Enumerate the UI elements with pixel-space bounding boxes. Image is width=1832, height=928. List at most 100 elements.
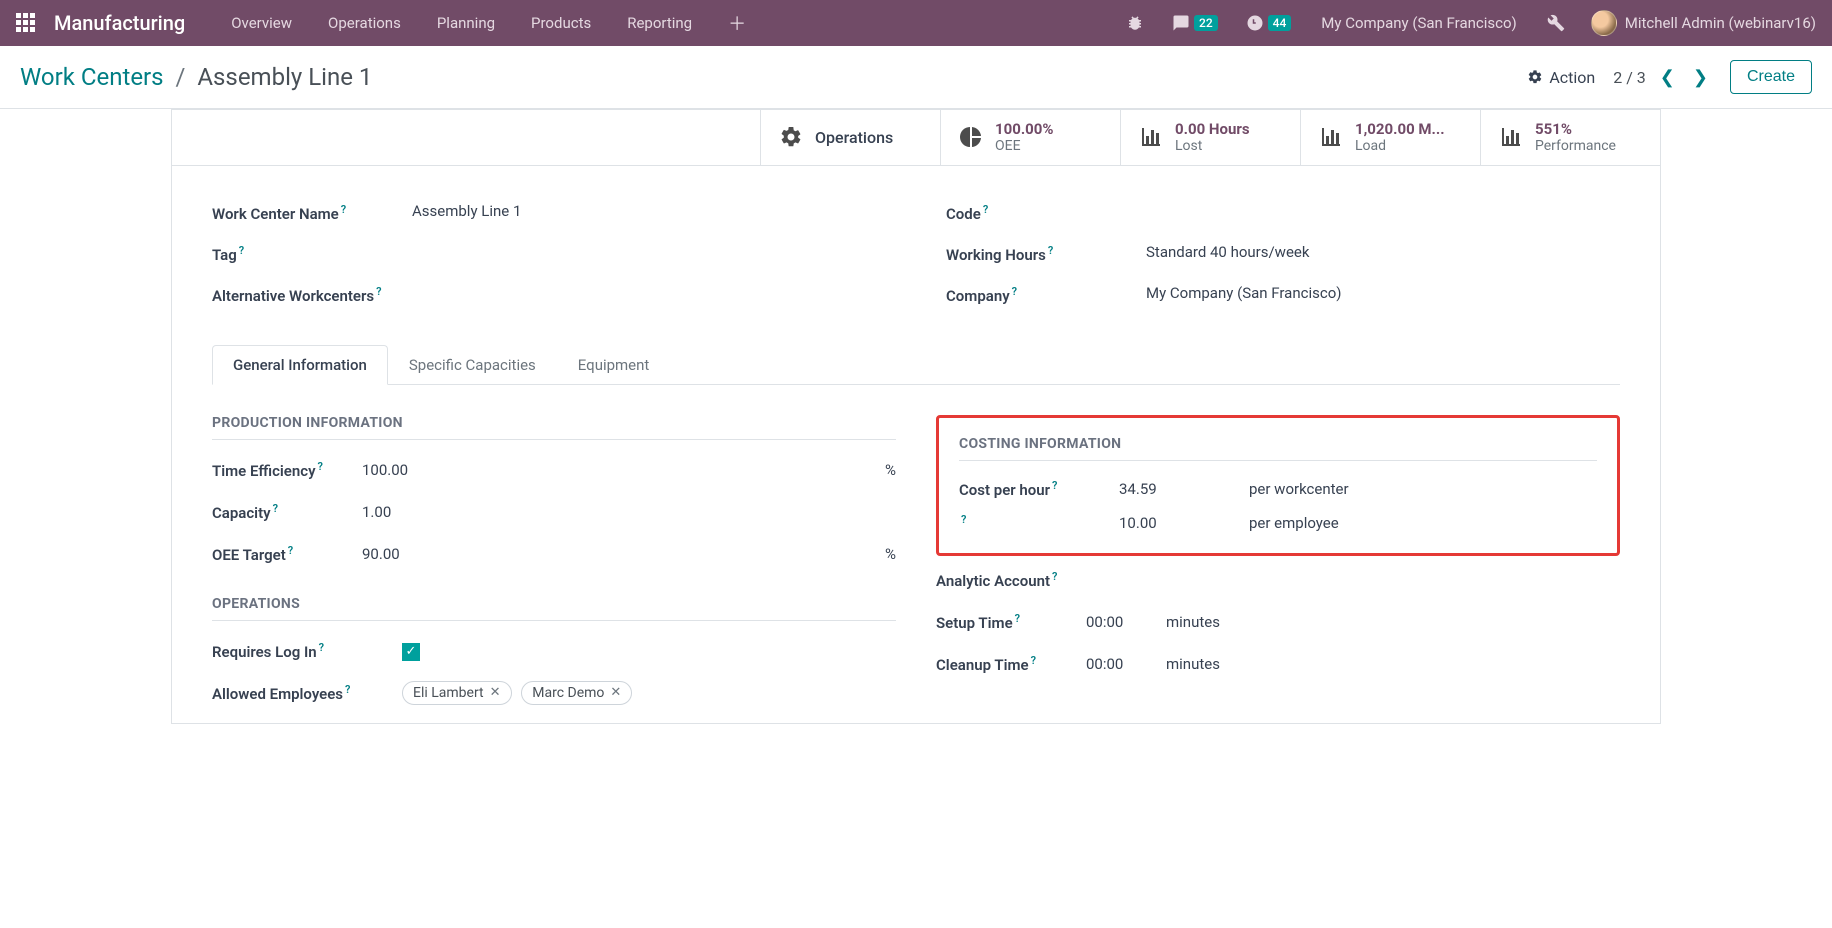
remove-tag-icon[interactable]: ✕ — [490, 685, 501, 700]
label-setup-time: Setup Time? — [936, 612, 1086, 632]
menu-operations[interactable]: Operations — [314, 14, 415, 32]
field-working-hours[interactable]: Standard 40 hours/week — [1146, 243, 1620, 261]
help-icon[interactable]: ? — [983, 203, 988, 216]
cost-unit-employee: per employee — [1249, 514, 1597, 532]
breadcrumb-root[interactable]: Work Centers — [20, 63, 164, 91]
menu-products[interactable]: Products — [517, 14, 605, 32]
tab-general[interactable]: General Information — [212, 345, 388, 385]
section-operations: OPERATIONS Requires Log In? ✓ Allowed Em… — [212, 596, 896, 705]
tabs: General Information Specific Capacities … — [212, 345, 1620, 385]
tools-icon[interactable] — [1537, 14, 1575, 32]
help-icon[interactable]: ? — [341, 203, 346, 216]
menu-overview[interactable]: Overview — [217, 14, 306, 32]
messages-badge: 22 — [1194, 15, 1218, 31]
help-icon[interactable]: ? — [345, 683, 350, 696]
stat-lost[interactable]: 0.00 Hours Lost — [1120, 110, 1300, 165]
field-cleanup-time[interactable]: 00:00 — [1086, 655, 1166, 673]
stat-load[interactable]: 1,020.00 M... Load — [1300, 110, 1480, 165]
stat-operations[interactable]: Operations — [760, 110, 940, 165]
help-icon[interactable]: ? — [1048, 244, 1053, 257]
field-cost-per-hour[interactable]: 34.59 — [1119, 480, 1249, 498]
help-icon[interactable]: ? — [376, 285, 381, 298]
form-sheet: Operations 100.00% OEE 0.00 Hours Lost 1… — [171, 109, 1661, 724]
help-icon[interactable]: ? — [961, 513, 966, 526]
label-analytic-account: Analytic Account? — [936, 570, 1086, 590]
field-label-hours: Working Hours? — [946, 243, 1146, 266]
help-icon[interactable]: ? — [319, 641, 324, 654]
field-label-code: Code? — [946, 202, 1146, 225]
help-icon[interactable]: ? — [288, 544, 293, 557]
pager: 2 / 3 ❮ ❯ — [1613, 67, 1712, 88]
help-icon[interactable]: ? — [239, 244, 244, 257]
checkbox-requires-login[interactable]: ✓ — [402, 643, 420, 661]
pager-next-icon[interactable]: ❯ — [1689, 67, 1712, 88]
action-button[interactable]: Action — [1527, 68, 1595, 87]
gear-icon — [779, 125, 803, 149]
bar-chart-icon — [1319, 125, 1343, 149]
remove-tag-icon[interactable]: ✕ — [610, 685, 621, 700]
production-header: PRODUCTION INFORMATION — [212, 415, 896, 440]
help-icon[interactable]: ? — [1015, 612, 1020, 625]
cleanup-unit: minutes — [1166, 655, 1620, 673]
activities-icon[interactable]: 44 — [1236, 14, 1302, 32]
label-allowed-employees: Allowed Employees? — [212, 683, 402, 703]
stat-buttons: Operations 100.00% OEE 0.00 Hours Lost 1… — [172, 110, 1660, 166]
top-nav: Manufacturing Overview Operations Planni… — [0, 0, 1832, 46]
stat-performance[interactable]: 551% Performance — [1480, 110, 1660, 165]
help-icon[interactable]: ? — [273, 502, 278, 515]
section-production: PRODUCTION INFORMATION Time Efficiency? … — [212, 415, 896, 566]
field-cost-employee[interactable]: 10.00 — [1119, 514, 1249, 532]
company-switcher[interactable]: My Company (San Francisco) — [1309, 14, 1528, 32]
field-capacity[interactable]: 1.00 — [362, 503, 866, 521]
label-capacity: Capacity? — [212, 502, 362, 522]
operations-header: OPERATIONS — [212, 596, 896, 621]
app-title[interactable]: Manufacturing — [54, 11, 185, 35]
field-oee-target[interactable]: 90.00 — [362, 545, 866, 563]
field-allowed-employees[interactable]: Eli Lambert✕ Marc Demo✕ — [402, 681, 896, 705]
help-icon[interactable]: ? — [1052, 479, 1057, 492]
employee-tag[interactable]: Eli Lambert✕ — [402, 681, 512, 705]
add-menu-icon[interactable]: ＋ — [714, 10, 760, 36]
cost-unit-workcenter: per workcenter — [1249, 480, 1597, 498]
label-oee-target: OEE Target? — [212, 544, 362, 564]
stat-oee[interactable]: 100.00% OEE — [940, 110, 1120, 165]
control-panel: Work Centers / Assembly Line 1 Action 2 … — [0, 46, 1832, 109]
field-label-name: Work Center Name? — [212, 202, 412, 225]
avatar — [1591, 10, 1617, 36]
help-icon[interactable]: ? — [1012, 285, 1017, 298]
field-label-alt: Alternative Workcenters? — [212, 284, 412, 307]
field-label-company: Company? — [946, 284, 1146, 307]
breadcrumb: Work Centers / Assembly Line 1 — [20, 63, 372, 91]
user-menu[interactable]: Mitchell Admin (webinarv16) — [1583, 10, 1816, 36]
label-cost-per-hour: Cost per hour? — [959, 479, 1119, 499]
help-icon[interactable]: ? — [318, 460, 323, 473]
section-costing: COSTING INFORMATION Cost per hour? 34.59… — [959, 436, 1597, 533]
messages-icon[interactable]: 22 — [1162, 14, 1228, 32]
apps-icon[interactable] — [16, 13, 36, 33]
tab-equipment[interactable]: Equipment — [557, 345, 671, 385]
help-icon[interactable]: ? — [1031, 654, 1036, 667]
pager-prev-icon[interactable]: ❮ — [1656, 67, 1679, 88]
label-cost-employee: ? — [959, 513, 1119, 533]
field-name[interactable]: Assembly Line 1 — [412, 202, 886, 220]
bar-chart-icon — [1499, 125, 1523, 149]
label-requires-login: Requires Log In? — [212, 641, 402, 661]
tab-capacities[interactable]: Specific Capacities — [388, 345, 557, 385]
debug-icon[interactable] — [1116, 14, 1154, 32]
breadcrumb-current: Assembly Line 1 — [197, 63, 372, 91]
field-company[interactable]: My Company (San Francisco) — [1146, 284, 1620, 302]
help-icon[interactable]: ? — [1052, 570, 1057, 583]
create-button[interactable]: Create — [1730, 60, 1812, 94]
label-cleanup-time: Cleanup Time? — [936, 654, 1086, 674]
menu-planning[interactable]: Planning — [423, 14, 509, 32]
field-label-tag: Tag? — [212, 243, 412, 266]
setup-unit: minutes — [1166, 613, 1620, 631]
pie-chart-icon — [959, 125, 983, 149]
activities-badge: 44 — [1268, 15, 1292, 31]
menu-reporting[interactable]: Reporting — [613, 14, 706, 32]
costing-highlight: COSTING INFORMATION Cost per hour? 34.59… — [936, 415, 1620, 556]
field-setup-time[interactable]: 00:00 — [1086, 613, 1166, 631]
field-time-efficiency[interactable]: 100.00 — [362, 461, 866, 479]
bar-chart-icon — [1139, 125, 1163, 149]
employee-tag[interactable]: Marc Demo✕ — [521, 681, 632, 705]
